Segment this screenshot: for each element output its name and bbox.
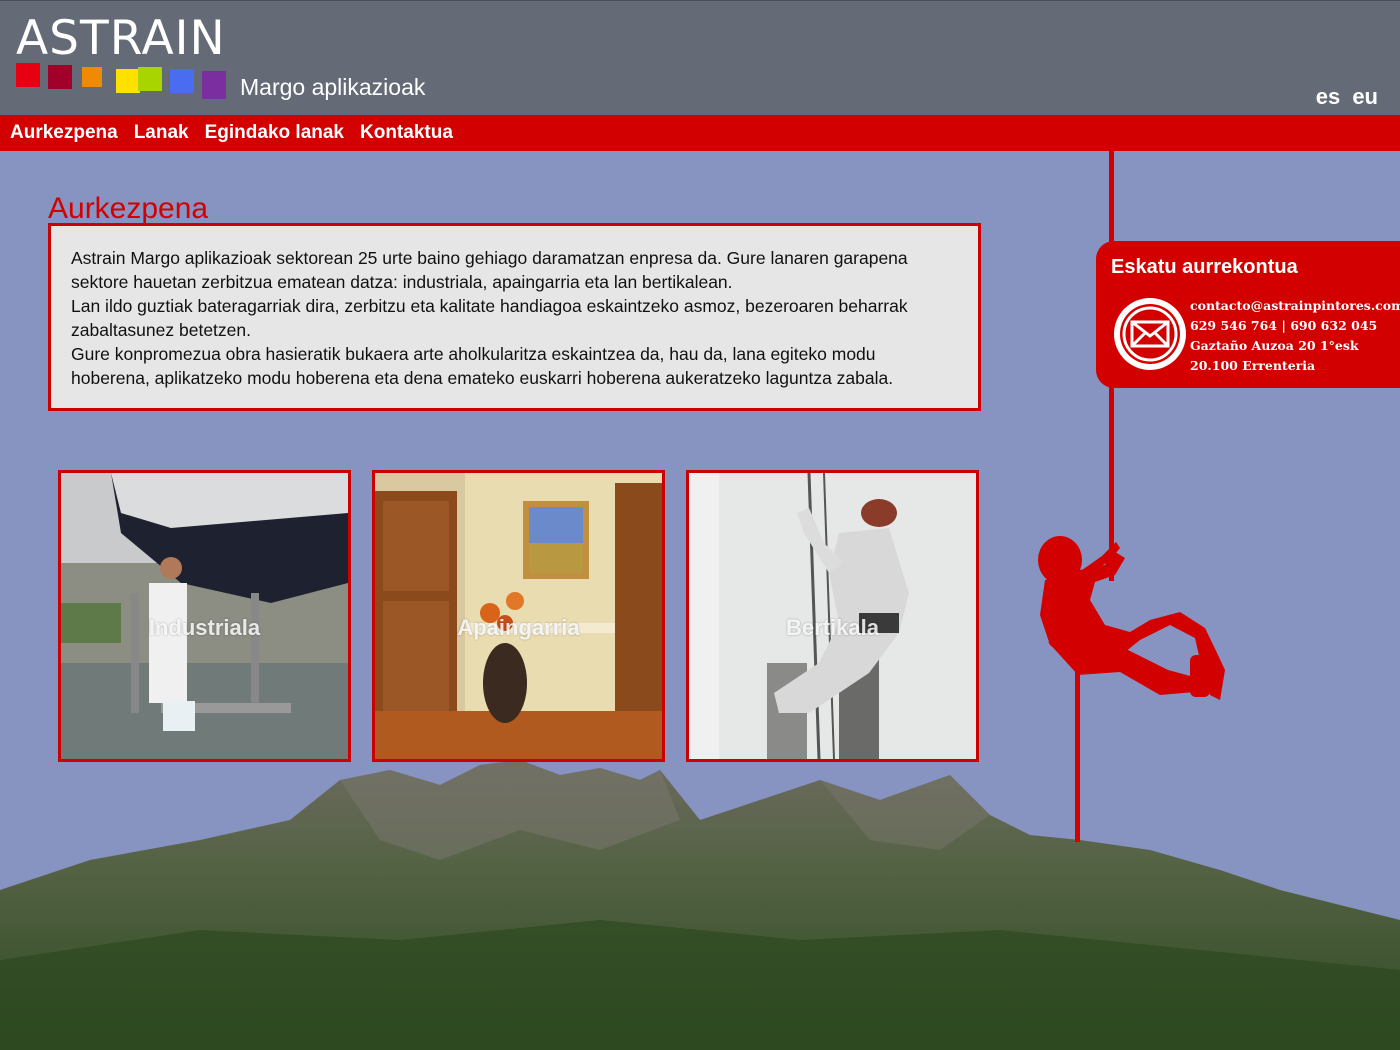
contact-address: Gaztaño Auzoa 20 1°esk xyxy=(1190,338,1359,353)
envelope-icon[interactable] xyxy=(1114,298,1186,370)
mountain-background xyxy=(0,760,1400,1050)
card-bertikala[interactable]: Bertikala xyxy=(686,470,979,762)
contact-info: contacto@astrainpintores.com 629 546 764… xyxy=(1190,296,1400,376)
language-switcher: es eu xyxy=(1310,84,1378,110)
card-apaingarria[interactable]: Apaingarria xyxy=(372,470,665,762)
intro-paragraph: Gure konpromezua obra hasieratik bukaera… xyxy=(71,344,894,388)
climber-silhouette-icon xyxy=(1038,536,1225,700)
nav-item-aurkezpena[interactable]: Aurkezpena xyxy=(10,122,118,144)
lang-eu-link[interactable]: eu xyxy=(1352,84,1378,109)
contact-email[interactable]: contacto@astrainpintores.com xyxy=(1190,296,1400,316)
contact-city: 20.100 Errenteria xyxy=(1190,358,1316,373)
lang-es-link[interactable]: es xyxy=(1316,84,1340,109)
color-swatch xyxy=(170,69,194,93)
nav-item-egindako-lanak[interactable]: Egindako lanak xyxy=(205,122,344,144)
logo[interactable]: ASTRAIN xyxy=(16,11,226,66)
nav-item-lanak[interactable]: Lanak xyxy=(134,122,189,144)
intro-paragraph: Lan ildo guztiak bateragarriak dira, zer… xyxy=(71,296,908,340)
color-swatch xyxy=(116,69,140,93)
main-nav: Aurkezpena Lanak Egindako lanak Kontaktu… xyxy=(0,115,1400,151)
color-swatch xyxy=(16,63,40,87)
intro-box: Astrain Margo aplikazioak sektorean 25 u… xyxy=(48,223,981,411)
color-swatches xyxy=(16,63,236,103)
color-swatch xyxy=(82,67,102,87)
color-swatch xyxy=(202,71,226,99)
site-subtitle: Margo aplikazioak xyxy=(240,74,426,100)
card-industriala[interactable]: Industriala xyxy=(58,470,351,762)
color-swatch xyxy=(48,65,72,89)
card-label: Industriala xyxy=(148,615,261,640)
color-swatch xyxy=(138,67,162,91)
intro-paragraph: Astrain Margo aplikazioak sektorean 25 u… xyxy=(71,248,908,292)
nav-item-kontaktua[interactable]: Kontaktua xyxy=(360,122,453,144)
card-label: Bertikala xyxy=(786,615,879,640)
quote-panel[interactable]: Eskatu aurrekontua contacto@astrainpinto… xyxy=(1096,241,1400,388)
card-label: Apaingarria xyxy=(457,615,580,640)
contact-phones: 629 546 764 | 690 632 045 xyxy=(1190,318,1378,333)
section-title: Aurkezpena xyxy=(48,192,209,225)
site-header: ASTRAIN Margo aplikazioak es eu xyxy=(0,0,1400,115)
quote-title: Eskatu aurrekontua xyxy=(1111,256,1298,278)
